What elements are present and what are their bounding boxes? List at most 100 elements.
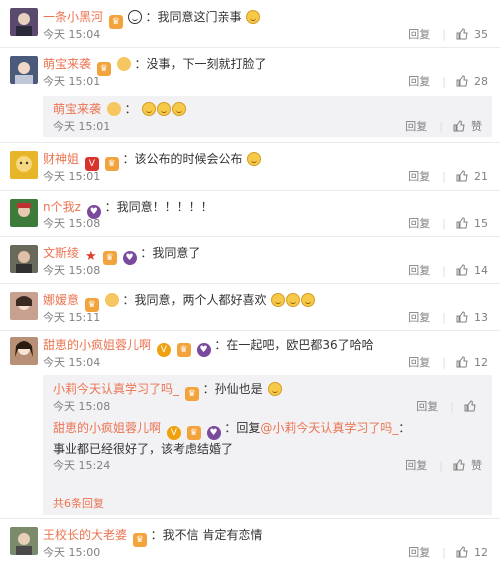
reply-button[interactable]: 回复: [408, 28, 430, 41]
thumbs-up-icon[interactable]: [456, 356, 468, 368]
divider: |: [442, 170, 446, 183]
reply-button[interactable]: 回复: [405, 120, 427, 133]
thumbs-up-icon[interactable]: [464, 400, 476, 412]
reply-username[interactable]: 甜恵的小疯姐蓉儿啊: [53, 421, 161, 435]
avatar[interactable]: [10, 8, 38, 36]
comment-username[interactable]: 财神姐: [43, 152, 79, 166]
verified-badge-icon: V: [166, 426, 181, 440]
comment-username[interactable]: 萌宝来袭: [43, 57, 91, 71]
divider: |: [442, 217, 446, 230]
thumbs-up-icon[interactable]: [456, 264, 468, 276]
like-count: 14: [474, 264, 488, 277]
vip-badge-icon: ♛: [176, 343, 191, 357]
avatar[interactable]: [10, 337, 38, 365]
like-count: 12: [474, 356, 488, 369]
reply-button[interactable]: 回复: [408, 356, 430, 369]
comment-time: 今天 15:08: [43, 264, 101, 277]
avatar[interactable]: [10, 199, 38, 227]
reply-box: 萌宝来袭 ： 今天 15:01 回复 | 赞: [43, 96, 492, 137]
thumbs-up-icon[interactable]: [453, 120, 465, 132]
divider: |: [442, 311, 446, 324]
avatar[interactable]: [10, 527, 38, 555]
comment-text: ：没事，下一刻就打脸了: [134, 57, 267, 71]
cat-emoji-icon: [141, 102, 156, 116]
comment-text: ：我同意，两个人都好喜欢: [122, 293, 267, 307]
vip-badge-icon: ♛: [84, 298, 99, 312]
reply-button[interactable]: 回复: [408, 170, 430, 183]
like-count: 28: [474, 75, 488, 88]
level-badge-icon: ♥: [206, 426, 221, 440]
thumbs-up-icon[interactable]: [453, 459, 465, 471]
avatar[interactable]: [10, 151, 38, 179]
level-badge-icon: ♥: [196, 343, 211, 357]
thumbs-up-icon[interactable]: [456, 170, 468, 182]
verified-badge-icon: V: [84, 157, 99, 171]
thumbs-up-icon[interactable]: [456, 217, 468, 229]
comment-time: 今天 15:08: [43, 217, 101, 230]
like-count: 35: [474, 28, 488, 41]
mention-link[interactable]: @小莉今天认真学习了吗_: [260, 421, 398, 435]
comment-item: 文斯绫 ★ ♛ ♥ ：我同意了 今天 15:08 回复 | 14: [0, 237, 500, 284]
verified-badge-icon: V: [156, 343, 171, 357]
comment-text: ：我同意了: [140, 246, 201, 260]
comment-item: n个我z ♥ ：我同意！！！！！ 今天 15:08 回复 | 15: [0, 191, 500, 237]
reply-button[interactable]: 回复: [408, 217, 430, 230]
comment-time: 今天 15:11: [43, 311, 101, 324]
grin-emoji-icon: [246, 10, 261, 24]
avatar[interactable]: [10, 245, 38, 273]
comment-username[interactable]: 娜嫒意: [43, 293, 79, 307]
comment-item: 一条小黑河 ♛ ：我同意这门亲事 今天 15:04 回复 | 35: [0, 0, 500, 48]
star-badge-icon: ★: [85, 249, 97, 264]
comment-username[interactable]: n个我z: [43, 200, 81, 214]
sun-badge-icon: [104, 293, 119, 307]
vip-badge-icon: ♛: [96, 62, 111, 76]
avatar[interactable]: [10, 292, 38, 320]
reply-button[interactable]: 回复: [405, 459, 427, 472]
divider: |: [442, 356, 446, 369]
thumbs-up-icon[interactable]: [456, 311, 468, 323]
thumbs-up-icon[interactable]: [456, 546, 468, 558]
comment-item: 娜嫒意 ♛ ：我同意，两个人都好喜欢 今天 15:11 回复 | 13: [0, 284, 500, 331]
reply-button[interactable]: 回复: [408, 311, 430, 324]
comment-text: ：我同意！！！！！: [104, 200, 213, 214]
sun-badge-icon: [106, 102, 121, 116]
reply-button[interactable]: 回复: [408, 264, 430, 277]
comment-text: ：我不信 肯定有恋情: [150, 528, 263, 542]
comment-username[interactable]: 王校长的大老婆: [43, 528, 127, 542]
like-label: 赞: [471, 120, 482, 133]
reply-time: 今天 15:24: [53, 459, 111, 472]
divider: |: [442, 264, 446, 277]
like-count: 12: [474, 546, 488, 559]
thumbs-up-icon[interactable]: [456, 28, 468, 40]
reply-box: 小莉今天认真学习了吗_ ♛ ：孙仙也是 今天 15:08 回复 | 甜恵的小疯姐蓉…: [43, 375, 492, 515]
reply-button[interactable]: 回复: [416, 400, 438, 413]
reply-username[interactable]: 小莉今天认真学习了吗_: [53, 382, 179, 396]
reply-button[interactable]: 回复: [408, 546, 430, 559]
comment-username[interactable]: 甜恵的小疯姐蓉儿啊: [43, 338, 151, 352]
comment-text: ：我同意这门亲事: [145, 10, 242, 24]
reply-button[interactable]: 回复: [408, 75, 430, 88]
reply-time: 今天 15:08: [53, 400, 111, 413]
reply-text: ：回复: [224, 421, 261, 435]
comment-time: 今天 15:01: [43, 170, 101, 183]
vip-badge-icon: ♛: [108, 15, 123, 29]
reply-username[interactable]: 萌宝来袭: [53, 102, 101, 116]
comment-item: 王校长的大老婆 ♛ ：我不信 肯定有恋情 今天 15:00 回复 | 12: [0, 519, 500, 565]
like-count: 13: [474, 311, 488, 324]
vip-badge-icon: ♛: [186, 426, 201, 440]
comment-username[interactable]: 一条小黑河: [43, 10, 103, 24]
more-replies-link[interactable]: 共6条回复: [53, 495, 104, 511]
reply-item: 萌宝来袭 ： 今天 15:01 回复 | 赞: [53, 101, 482, 133]
cat-emoji-icon: [301, 293, 316, 307]
vip-badge-icon: ♛: [184, 387, 199, 401]
divider: |: [439, 459, 443, 472]
like-count: 21: [474, 170, 488, 183]
cat-emoji-icon: [267, 382, 282, 396]
comment-item: 财神姐 V ♛ ：该公布的时候会公布 今天 15:01 回复 | 21: [0, 143, 500, 191]
thumbs-up-icon[interactable]: [456, 75, 468, 87]
avatar[interactable]: [10, 56, 38, 84]
comment-text: ：在一起吧，欧巴都36了哈哈: [214, 338, 374, 352]
reply-time: 今天 15:01: [53, 120, 111, 133]
comment-username[interactable]: 文斯绫: [43, 246, 79, 260]
cat-emoji-icon: [247, 152, 262, 166]
